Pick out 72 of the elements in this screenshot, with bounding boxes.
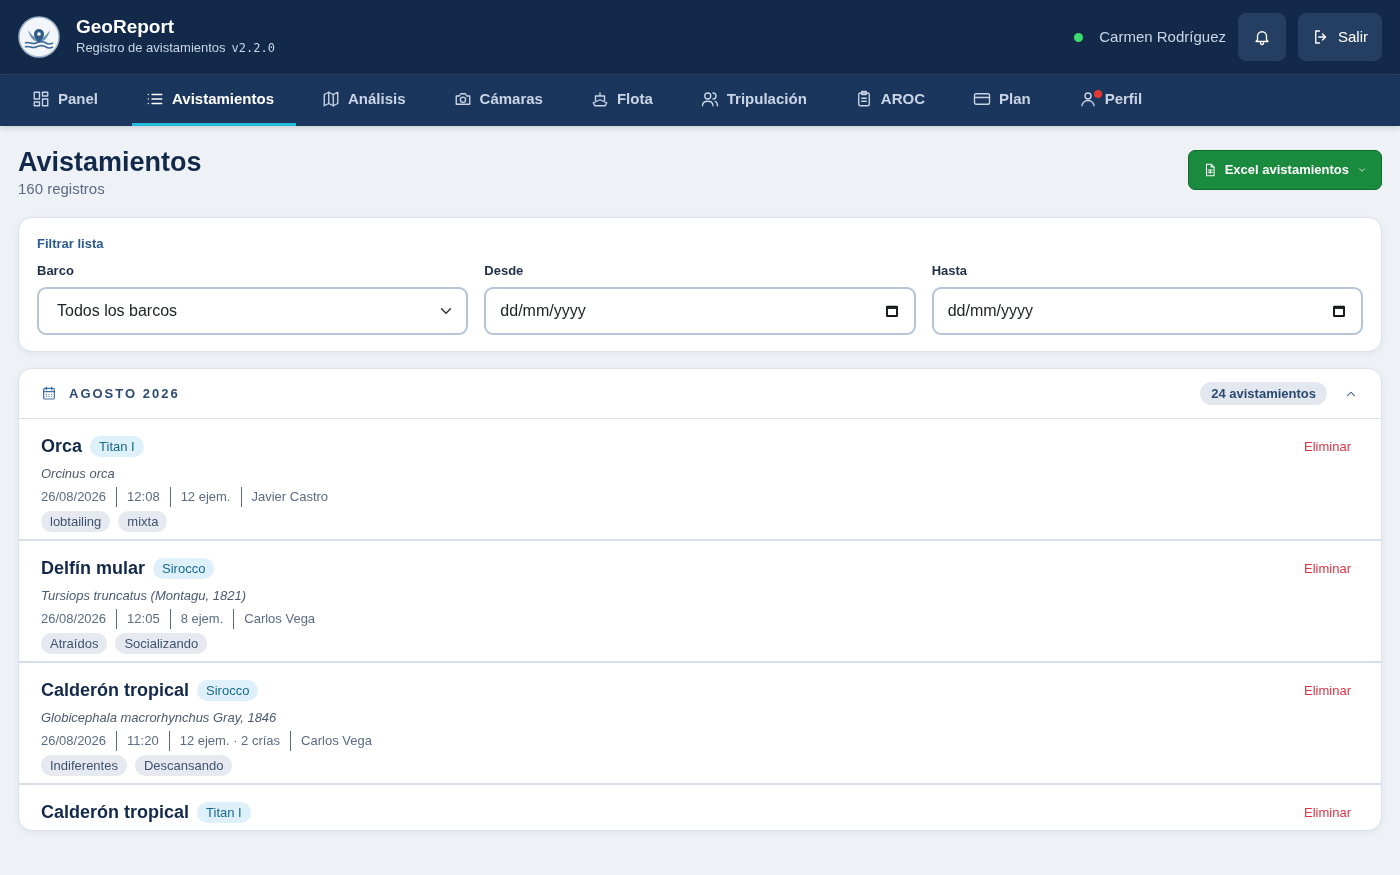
users-icon	[700, 90, 719, 108]
alert-dot	[1093, 90, 1102, 98]
sighting-observer: Carlos Vega	[290, 731, 372, 751]
camera-icon	[453, 90, 472, 108]
sighting-count: 8 ejem.	[169, 609, 224, 629]
ship-icon	[590, 90, 609, 108]
nav-tab[interactable]: Análisis	[308, 75, 428, 126]
record-count: 160 registros	[18, 179, 106, 200]
sighting-time: 12:05	[116, 609, 160, 629]
nav-tab[interactable]: Flota	[576, 75, 675, 126]
caret-icon	[1357, 165, 1367, 175]
date-field[interactable]: dd/mm/yyyy	[931, 286, 1363, 335]
boat-tag: Titan I	[90, 435, 144, 458]
version-text: v2.2.0	[231, 39, 275, 57]
species-name: Calderón tropical	[41, 800, 190, 824]
behavior-tag: Socializando	[115, 632, 208, 655]
behavior-tag: Atraídos	[41, 632, 108, 655]
sighting-date: 26/08/2026	[41, 732, 107, 751]
logo	[18, 16, 60, 58]
field-label: Barco	[37, 262, 75, 281]
scientific-name: Orcinus orca	[41, 464, 116, 483]
sighting-count: 12 ejem. · 2 crías	[168, 731, 281, 751]
date-field[interactable]: dd/mm/yyyy	[484, 286, 916, 335]
nav-tab[interactable]: Tripulación	[686, 75, 829, 126]
sighting-time: 11:20	[116, 731, 159, 751]
boat-tag: Sirocco	[197, 679, 259, 702]
sighting-date: 26/08/2026	[41, 488, 107, 507]
sighting-observer: Carlos Vega	[233, 609, 316, 629]
group-title: AGOSTO 2026	[69, 384, 180, 403]
bell-icon	[1253, 28, 1271, 46]
scientific-name: Tursiops truncatus (Montagu, 1821)	[41, 586, 247, 605]
field-label: Desde	[484, 262, 525, 281]
behavior-tag: Indiferentes	[41, 754, 127, 777]
count-badge: 24 avistamientos	[1200, 381, 1327, 406]
species-name: Orca	[41, 434, 83, 458]
behavior-tag: mixta	[118, 510, 168, 533]
nav-tab[interactable]: Avistamientos	[132, 75, 296, 126]
boat-tag: Titan I	[197, 801, 251, 824]
behavior-tag: Descansando	[134, 754, 233, 777]
app-subtitle: Registro de avistamientos	[76, 38, 226, 57]
app-name: GeoReport	[76, 16, 176, 38]
behavior-tag: lobtailing	[41, 510, 111, 533]
nav-tab[interactable]: Perfil	[1064, 75, 1165, 126]
delete-link[interactable]: Eliminar	[1304, 558, 1351, 579]
boat-select[interactable]: Todos los barcos	[37, 286, 469, 335]
boat-tag: Sirocco	[153, 557, 215, 580]
sighting-date: 26/08/2026	[41, 610, 107, 629]
delete-link[interactable]: Eliminar	[1304, 802, 1351, 823]
delete-link[interactable]: Eliminar	[1304, 680, 1351, 701]
notifications-button[interactable]	[1238, 13, 1286, 61]
scientific-name: Globicephala macrorhynchus Gray, 1846	[41, 708, 278, 727]
delete-link[interactable]: Eliminar	[1304, 436, 1351, 457]
sighting-time: 12:08	[116, 487, 160, 507]
user-name: Carmen Rodríguez	[1099, 26, 1226, 47]
logout-button[interactable]: Salir	[1298, 13, 1382, 61]
nav-tab[interactable]: Panel	[18, 75, 121, 126]
calendar-icon	[41, 385, 57, 402]
nav-tab[interactable]: AROC	[840, 75, 947, 126]
sighting-count: 12 ejem.	[169, 487, 231, 507]
user-icon	[1078, 90, 1097, 108]
grid-icon	[32, 90, 50, 108]
sighting-observer: Javier Castro	[240, 487, 329, 507]
export-button[interactable]: Excel avistamientos	[1187, 150, 1382, 190]
map-icon	[322, 90, 340, 108]
page-title: Avistamientos	[18, 146, 202, 179]
species-name: Delfín mular	[41, 556, 146, 580]
card-icon	[972, 90, 991, 108]
filter-title: Filtrar lista	[37, 234, 105, 253]
field-label: Hasta	[931, 262, 969, 281]
nav-tab[interactable]: Plan	[958, 75, 1053, 126]
nav-tab[interactable]: Cámaras	[439, 75, 565, 126]
species-name: Calderón tropical	[41, 678, 190, 702]
